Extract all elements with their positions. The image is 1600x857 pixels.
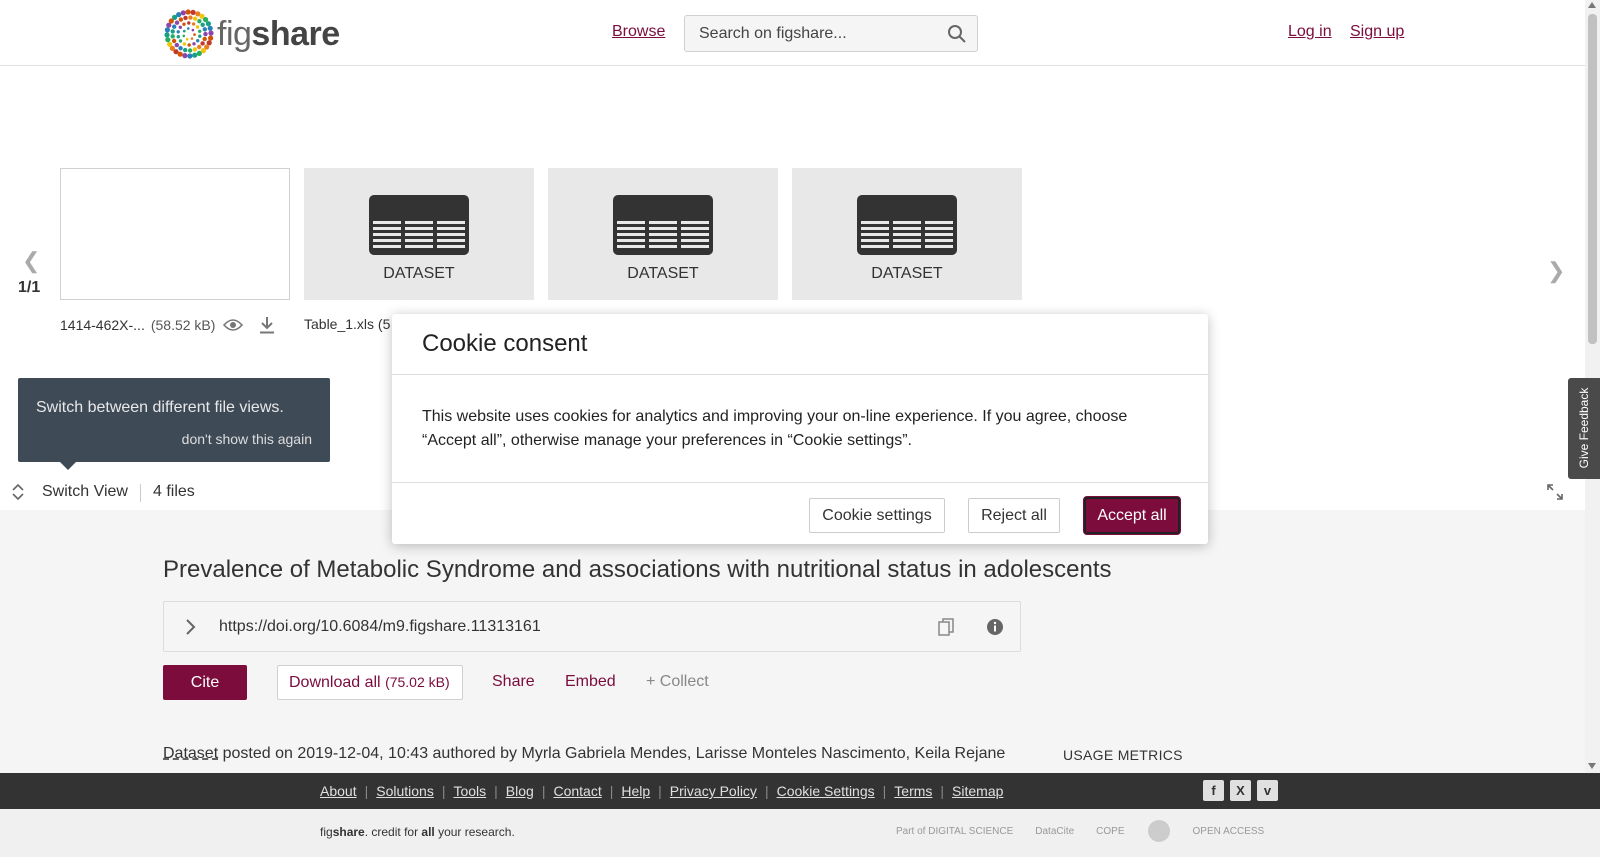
accept-all-button[interactable]: Accept all [1084, 497, 1180, 534]
modal-header: Cookie consent [392, 314, 1208, 375]
modal-footer: Cookie settings Reject all Accept all [392, 482, 1208, 544]
reject-all-button[interactable]: Reject all [968, 498, 1060, 533]
cookie-consent-dialog: Cookie consent This website uses cookies… [392, 314, 1208, 544]
modal-body-text: This website uses cookies for analytics … [422, 408, 1128, 449]
modal-title: Cookie consent [422, 330, 588, 357]
cookie-settings-button[interactable]: Cookie settings [809, 498, 945, 533]
